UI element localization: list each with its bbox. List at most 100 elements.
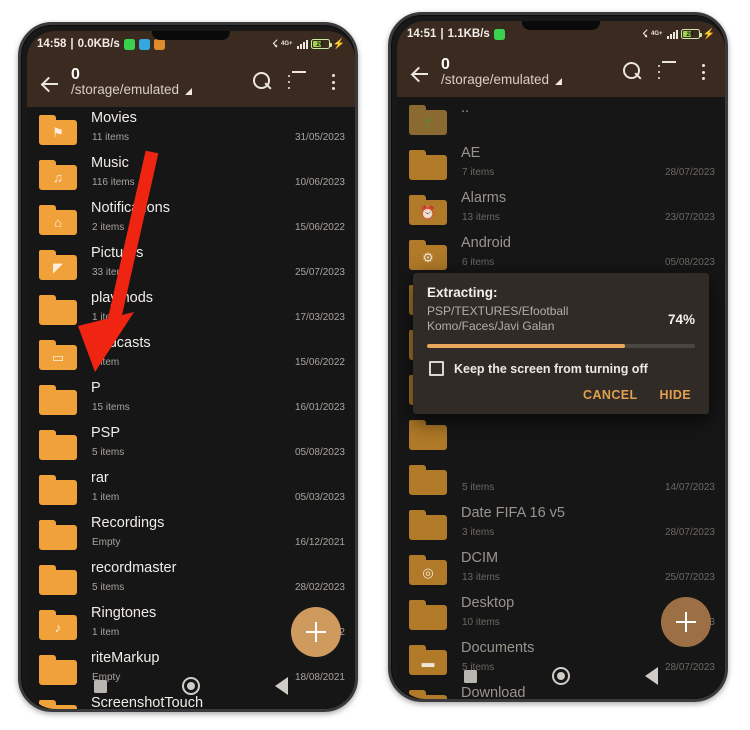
file-item-count: 15 items (92, 402, 130, 413)
hide-button[interactable]: HIDE (660, 388, 691, 402)
file-name: Pictures (91, 245, 144, 261)
list-view-icon[interactable] (287, 71, 309, 93)
file-row[interactable]: recordmaster 5 items 28/02/2023 (27, 557, 355, 602)
status-network-speed: 0.0KB/s (77, 38, 120, 50)
home-button[interactable] (181, 677, 200, 695)
folder-icon (39, 564, 77, 595)
file-meta (461, 412, 715, 457)
file-name: Music (91, 155, 129, 171)
notch (522, 21, 600, 30)
file-meta: P 15 items 16/01/2023 (91, 377, 345, 422)
file-row[interactable]: ⌂ Notifications 2 items 15/06/2022 (27, 197, 355, 242)
file-item-count: 116 items (92, 177, 135, 188)
file-row[interactable]: rar 1 item 05/03/2023 (27, 467, 355, 512)
file-row[interactable]: ↑.. (397, 97, 725, 142)
file-name: Android (461, 235, 511, 251)
network-type-label: 4G+ (281, 41, 293, 47)
chevron-expand-icon[interactable] (185, 87, 193, 95)
file-row[interactable]: Date FIFA 16 v5 3 items 28/07/2023 (397, 502, 725, 547)
status-separator: | (440, 28, 444, 40)
folder-icon: ⚙ (409, 239, 447, 270)
file-name: riteMarkup (91, 650, 160, 666)
file-name: Alarms (461, 190, 507, 206)
breadcrumb[interactable]: /storage/emulated (441, 73, 621, 88)
file-item-count: 5 items (92, 447, 125, 458)
keep-screen-on-checkbox-row[interactable]: Keep the screen from turning off (427, 358, 695, 382)
file-row[interactable]: ⚑ Movies 11 items 31/05/2023 (27, 107, 355, 152)
overflow-menu-icon[interactable] (693, 61, 715, 83)
file-row[interactable]: ⚙ Android 6 items 05/08/2023 (397, 232, 725, 277)
path-titles: 0 /storage/emulated (439, 56, 621, 88)
file-row[interactable]: Recordings Empty 16/12/2021 (27, 512, 355, 557)
file-name: Recordings (91, 515, 165, 531)
folder-icon (39, 429, 77, 460)
extracting-dialog: Extracting: PSP/TEXTURES/Efootball Komo/… (413, 273, 709, 414)
add-button[interactable] (661, 597, 711, 647)
progress-percent-label: 74% (667, 311, 695, 327)
folder-icon: ◤ (39, 249, 77, 280)
file-row[interactable]: ⏰ Alarms 13 items 23/07/2023 (397, 187, 725, 232)
folder-icon (409, 599, 447, 630)
left-phone-screen: 14:58 | 0.0KB/s ☇ 4G+ 26 ⚡ 0 /storage/em… (27, 31, 355, 709)
file-date: 15/06/2022 (294, 357, 345, 368)
charging-icon: ⚡ (332, 38, 345, 50)
keep-screen-on-checkbox[interactable] (429, 361, 444, 376)
file-meta: PSP 5 items 05/08/2023 (91, 422, 345, 467)
back-button[interactable] (274, 677, 288, 695)
folder-icon (409, 509, 447, 540)
whatsapp-notification-icon (123, 38, 135, 50)
add-button[interactable] (291, 607, 341, 657)
search-icon[interactable] (621, 61, 643, 83)
folder-icon: ⚑ (39, 114, 77, 145)
overflow-menu-icon[interactable] (323, 71, 345, 93)
file-row[interactable]: 5 items 14/07/2023 (397, 457, 725, 502)
whatsapp-notification-icon (493, 28, 505, 40)
charging-icon: ⚡ (702, 28, 715, 40)
file-meta: Android 6 items 05/08/2023 (461, 232, 715, 277)
file-row[interactable]: PSP 5 items 05/08/2023 (27, 422, 355, 467)
folder-icon: ⌂ (39, 204, 77, 235)
file-row[interactable]: ◤ Pictures 33 items 25/07/2023 (27, 242, 355, 287)
file-name: P (91, 380, 101, 396)
file-row[interactable]: ◎ DCIM 13 items 25/07/2023 (397, 547, 725, 592)
parent-folder-icon: ↑ (409, 104, 447, 135)
file-meta: recordmaster 5 items 28/02/2023 (91, 557, 345, 602)
file-row[interactable] (397, 412, 725, 457)
cancel-button[interactable]: CANCEL (583, 388, 637, 402)
search-icon[interactable] (251, 71, 273, 93)
file-meta: Movies 11 items 31/05/2023 (91, 107, 345, 152)
file-item-count: 10 items (462, 617, 500, 628)
folder-icon (409, 149, 447, 180)
file-row[interactable]: playmods 1 item 17/03/2023 (27, 287, 355, 332)
file-row[interactable]: P 15 items 16/01/2023 (27, 377, 355, 422)
file-date: 10/06/2023 (294, 177, 345, 188)
folder-icon (409, 464, 447, 495)
file-row[interactable]: ▭ Podcasts 1 item 15/06/2022 (27, 332, 355, 377)
file-row[interactable]: ♫ Music 116 items 10/06/2023 (27, 152, 355, 197)
file-name: PSP (91, 425, 121, 441)
back-arrow-icon[interactable] (407, 61, 429, 83)
list-view-icon[interactable] (657, 61, 679, 83)
folder-icon (39, 384, 77, 415)
file-item-count: 11 items (92, 132, 130, 143)
file-meta: Music 116 items 10/06/2023 (91, 152, 345, 197)
back-button[interactable] (644, 667, 658, 685)
battery-icon: 20 (680, 29, 702, 39)
file-row[interactable]: AE 7 items 28/07/2023 (397, 142, 725, 187)
file-date: 28/07/2023 (664, 167, 715, 178)
file-item-count: 1 item (92, 357, 120, 368)
file-meta: playmods 1 item 17/03/2023 (91, 287, 345, 332)
breadcrumb[interactable]: /storage/emulated (71, 83, 251, 98)
battery-icon: 26 (310, 39, 332, 49)
back-arrow-icon[interactable] (37, 71, 59, 93)
chevron-expand-icon[interactable] (555, 77, 563, 85)
file-date: 31/05/2023 (294, 132, 345, 143)
file-meta: Recordings Empty 16/12/2021 (91, 512, 345, 557)
status-time: 14:58 (37, 38, 67, 50)
recents-button[interactable] (464, 669, 478, 683)
dialog-title: Extracting: (427, 285, 498, 300)
file-date: 05/08/2023 (664, 257, 715, 268)
home-button[interactable] (551, 667, 570, 685)
file-date: 05/03/2023 (294, 492, 345, 503)
recents-button[interactable] (94, 679, 108, 693)
